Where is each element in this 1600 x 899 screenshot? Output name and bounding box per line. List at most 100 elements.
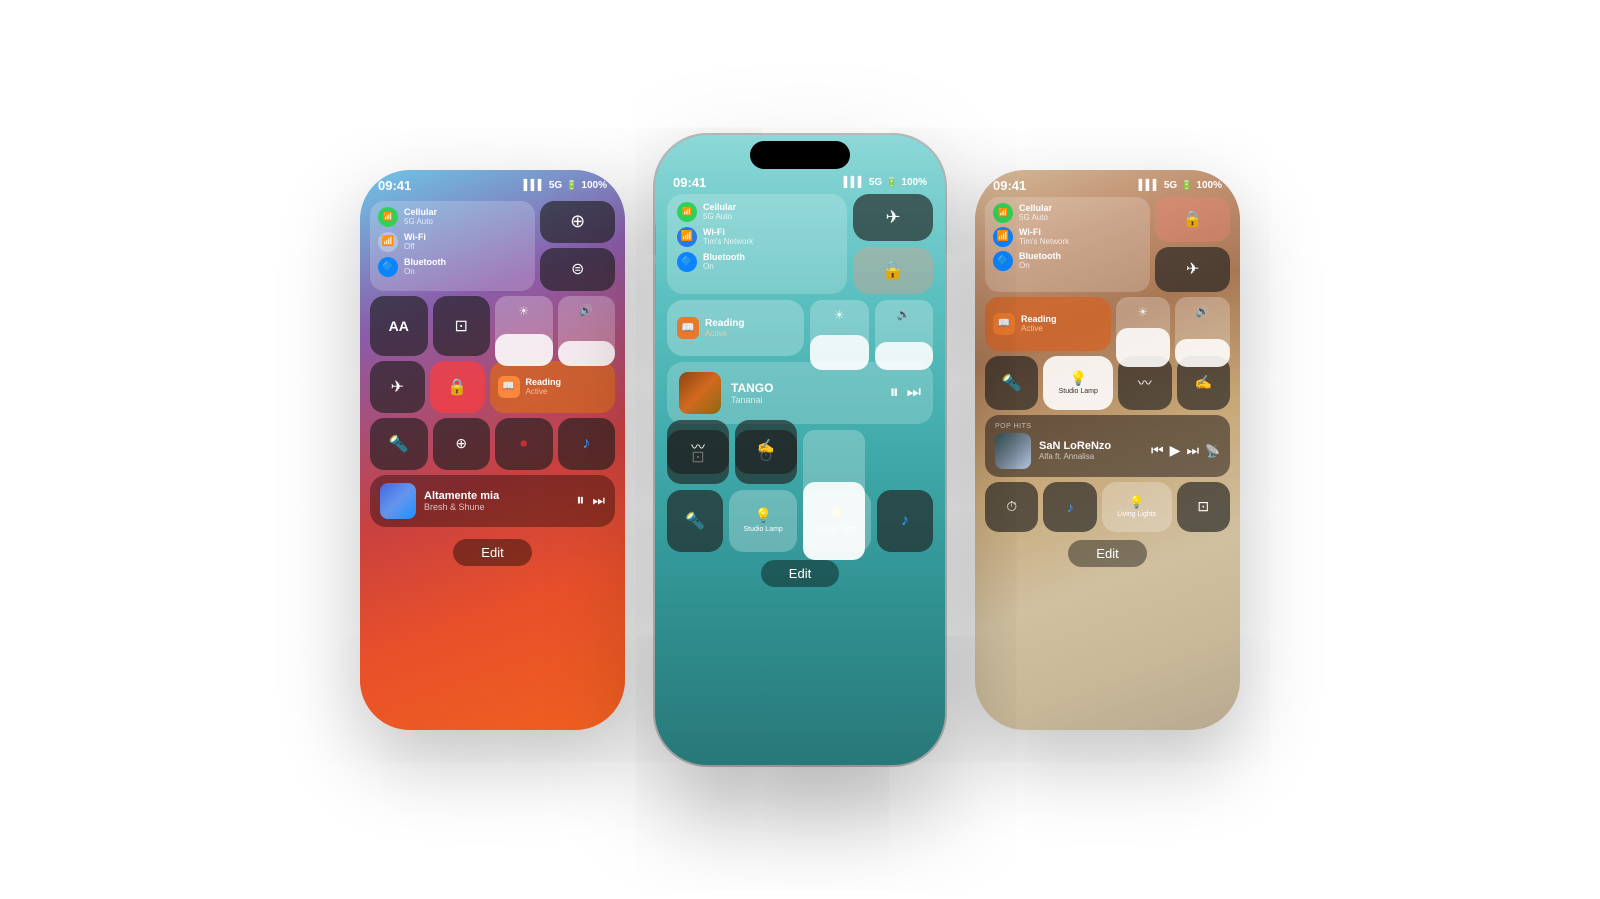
rewind-button-right[interactable]: ⏮	[1151, 442, 1164, 459]
wifi-icon-left: 📶	[378, 232, 398, 252]
bluetooth-item-right[interactable]: 🔷 Bluetooth On	[993, 251, 1142, 271]
song-title-left: Altamente mia	[424, 490, 568, 502]
window-button-left[interactable]: ⊡	[433, 296, 491, 356]
cellular-item-left[interactable]: 📶 Cellular 5G Auto	[378, 207, 527, 227]
flashlight-button-center[interactable]: 🔦	[667, 490, 723, 552]
airplane-icon-left: ✈	[391, 377, 404, 397]
playback-controls-center: ⏸ ⏭	[890, 382, 921, 403]
forward-button-right[interactable]: ⏭	[1186, 442, 1199, 459]
cellular-name-center: Cellular	[703, 202, 736, 212]
volume-slider-center[interactable]: 🔊	[875, 300, 934, 370]
studio-lamp-button-center[interactable]: 💡 Studio Lamp	[729, 490, 797, 552]
reading-sub-left: Active	[526, 387, 562, 396]
connectivity-block-left: 📶 Cellular 5G Auto 📶	[370, 201, 535, 291]
battery-pct-center: 100%	[901, 177, 927, 188]
studio-lamp-button-right[interactable]: 💡 Studio Lamp	[1043, 356, 1113, 410]
bluetooth-item-center[interactable]: 🔷 Bluetooth On	[677, 252, 837, 272]
shazam-icon-right: ♪	[1067, 499, 1074, 515]
flashlight-button-left[interactable]: 🔦	[370, 418, 428, 470]
voicemail-icon-left: ⊜	[571, 259, 584, 279]
soundwave-icon-right: 〰	[1138, 373, 1152, 393]
edit-button-right[interactable]: Edit	[1068, 540, 1146, 567]
wifi-item-right[interactable]: 📶 Wi-Fi Tim's Network	[993, 227, 1142, 247]
wifi-sub-center: Tim's Network	[703, 237, 753, 246]
reading-button-right[interactable]: 📖 Reading Active	[985, 297, 1111, 351]
cellular-icon-center: 📶	[677, 202, 697, 222]
flashlight-icon-center: 🔦	[685, 511, 705, 531]
bluetooth-icon-left: 🔷	[378, 257, 398, 277]
reading-name-center: Reading	[705, 318, 744, 329]
battery-icon-center: 🔋	[886, 177, 897, 188]
play-button-right[interactable]: ▶	[1170, 442, 1181, 459]
search-button-left[interactable]: ⊕	[540, 201, 615, 244]
orientation-button-left[interactable]: ⊕	[433, 418, 491, 470]
recent-icon-right: ⏱	[1006, 498, 1017, 515]
wifi-item-center[interactable]: 📶 Wi-Fi Tim's Network	[677, 227, 837, 247]
text-size-button-left[interactable]: AA	[370, 296, 428, 356]
reading-name-right: Reading	[1021, 314, 1057, 324]
pause-button-left[interactable]: ⏸	[576, 492, 584, 510]
status-bar-left: 09:41 ▌▌▌ 5G 🔋 100%	[360, 170, 625, 197]
window-button-right[interactable]: ⊡	[1177, 482, 1230, 532]
signature-icon-right: ✍	[1195, 374, 1212, 391]
recent-button-right[interactable]: ⏱	[985, 482, 1038, 532]
airplane-button-right[interactable]: ✈	[1155, 247, 1230, 292]
connectivity-block-right: 📶 Cellular 5G Auto 📶 Wi-Fi T	[985, 197, 1150, 292]
connectivity-block-center: 📶 Cellular 5G Auto 📶 Wi-Fi T	[667, 194, 847, 294]
shazam-button-center[interactable]: ♪	[877, 490, 933, 552]
record-button-left[interactable]: ⏺	[495, 418, 553, 470]
airplane-button-center[interactable]: ✈	[853, 194, 933, 241]
now-playing-center: TANGO Tananai ⏸ ⏭	[667, 362, 933, 424]
status-bar-center: 09:41 ▌▌▌ 5G 🔋 100%	[655, 173, 945, 194]
lock-rotation-button-right[interactable]: 🔒	[1155, 197, 1230, 242]
reading-button-left[interactable]: 📖 Reading Active	[490, 361, 616, 413]
studio-lamp-icon-center: 💡	[754, 507, 771, 524]
forward-button-left[interactable]: ⏭	[592, 492, 605, 509]
phone-left: 09:41 ▌▌▌ 5G 🔋 100% 📶	[360, 170, 625, 730]
now-playing-right: POP HITS SaN LoReNzo Alfa ft. Annalisa ⏮…	[985, 415, 1230, 477]
pause-button-center[interactable]: ⏸	[890, 382, 899, 403]
phone-center: 09:41 ▌▌▌ 5G 🔋 100% 📶 Cellular	[655, 135, 945, 765]
voicemail-button-left[interactable]: ⊜	[540, 248, 615, 291]
lock-rotation-icon-center: 🔒	[882, 260, 904, 281]
reading-icon-center: 📖	[677, 317, 699, 339]
edit-button-left[interactable]: Edit	[453, 539, 531, 566]
lock-rotation-icon-left: 🔒	[447, 377, 467, 397]
shazam-button-left[interactable]: ♪	[558, 418, 616, 470]
airplay-button-right[interactable]: 📡	[1205, 444, 1220, 458]
volume-slider-right[interactable]: 🔊	[1175, 297, 1230, 367]
brightness-slider-left[interactable]: ☀	[495, 296, 553, 366]
cellular-item-right[interactable]: 📶 Cellular 5G Auto	[993, 203, 1142, 223]
studio-lamp-label-center: Studio Lamp	[744, 526, 783, 534]
brightness-slider-center[interactable]: ☀	[810, 300, 869, 370]
cellular-item-center[interactable]: 📶 Cellular 5G Auto	[677, 202, 837, 222]
soundwave-button-center[interactable]: 〰	[667, 420, 729, 474]
signature-button-center[interactable]: ✍	[735, 420, 797, 474]
network-center: 5G	[869, 177, 882, 188]
flashlight-button-right[interactable]: 🔦	[985, 356, 1038, 410]
edit-button-center[interactable]: Edit	[761, 560, 839, 587]
volume-slider-left[interactable]: 🔊	[558, 296, 616, 366]
album-art-left	[380, 483, 416, 519]
lock-rotation-button-left[interactable]: 🔒	[430, 361, 485, 413]
bluetooth-sub-right: On	[1019, 261, 1061, 270]
big-slider-center[interactable]	[803, 430, 865, 560]
song-artist-left: Bresh & Shune	[424, 502, 568, 512]
lock-rotation-button-center[interactable]: 🔒	[853, 247, 933, 294]
airplane-button-left[interactable]: ✈	[370, 361, 425, 413]
search-icon-left: ⊕	[570, 211, 585, 232]
time-right: 09:41	[993, 178, 1026, 193]
song-title-center: TANGO	[731, 381, 880, 395]
status-icons-center: ▌▌▌ 5G 🔋 100%	[844, 177, 927, 188]
living-lights-button-right[interactable]: 💡 Living Lights	[1102, 482, 1172, 532]
wifi-item-left[interactable]: 📶 Wi-Fi Off	[378, 232, 527, 252]
shazam-button-right[interactable]: ♪	[1043, 482, 1096, 532]
brightness-slider-right[interactable]: ☀	[1116, 297, 1171, 367]
reading-name-left: Reading	[526, 377, 562, 387]
forward-button-center[interactable]: ⏭	[907, 384, 921, 402]
bluetooth-item-left[interactable]: 🔷 Bluetooth On	[378, 257, 527, 277]
wifi-sub-left: Off	[404, 242, 426, 251]
reading-button-center[interactable]: 📖 Reading Active	[667, 300, 804, 356]
flashlight-icon-right: 🔦	[1002, 373, 1022, 393]
studio-lamp-label-right: Studio Lamp	[1059, 388, 1098, 396]
